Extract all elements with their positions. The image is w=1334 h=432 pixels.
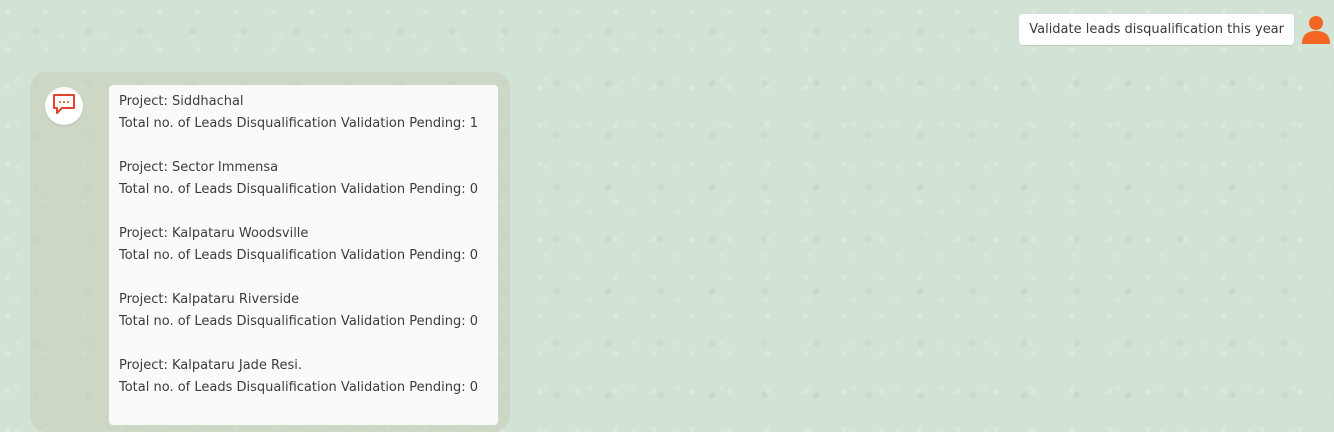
user-message-text: Validate leads disqualification this yea… [1029, 22, 1284, 37]
pending-count: Total no. of Leads Disqualification Vali… [119, 182, 479, 197]
pending-count: Total no. of Leads Disqualification Vali… [119, 248, 479, 263]
project-entry: Project: Kalpataru Jade Resi. Total no. … [119, 355, 488, 399]
bot-message-bubble: Project: Siddhachal Total no. of Leads D… [109, 85, 498, 425]
project-entry: Project: Sector Immensa Total no. of Lea… [119, 157, 488, 201]
project-entry: Project: Kalpataru Woodsville Total no. … [119, 223, 488, 267]
project-entry: Project: Kalpataru Riverside Total no. o… [119, 289, 488, 333]
bot-avatar [45, 87, 83, 125]
project-name: Project: Kalpataru Jade Resi. [119, 358, 303, 373]
project-name: Project: Kalpataru Woodsville [119, 226, 309, 241]
project-name: Project: Kalpataru Riverside [119, 292, 300, 307]
user-message-bubble: Validate leads disqualification this yea… [1019, 14, 1294, 45]
project-name: Project: Sector Immensa [119, 160, 279, 175]
pending-count: Total no. of Leads Disqualification Vali… [119, 380, 479, 395]
chat-bubble-icon [51, 91, 77, 121]
project-entry: Project: Siddhachal Total no. of Leads D… [119, 91, 488, 135]
pending-count: Total no. of Leads Disqualification Vali… [119, 116, 479, 131]
pending-count: Total no. of Leads Disqualification Vali… [119, 314, 479, 329]
user-avatar-icon [1299, 12, 1333, 46]
project-name: Project: Siddhachal [119, 94, 244, 109]
